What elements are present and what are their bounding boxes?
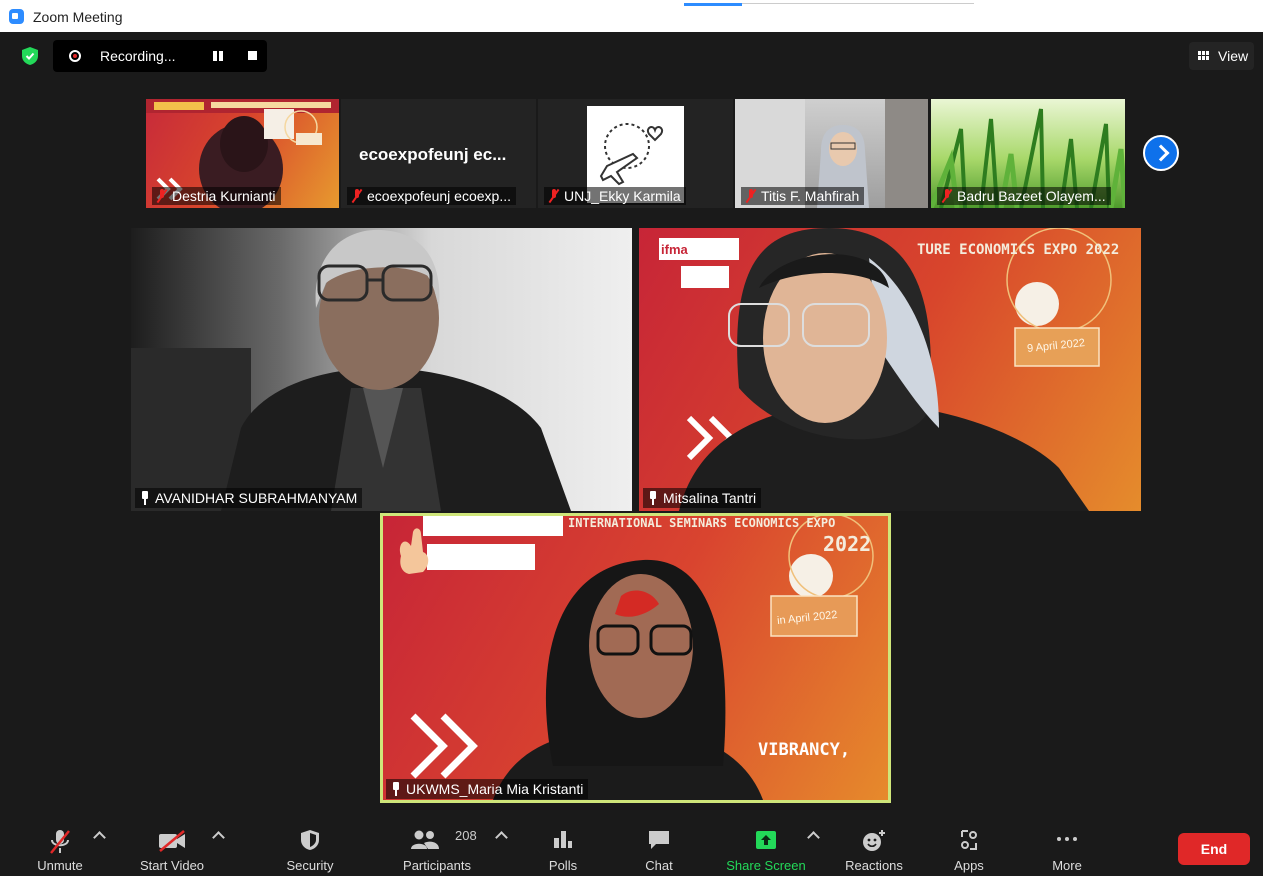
- video-options-chevron-icon[interactable]: [212, 831, 225, 844]
- view-button[interactable]: View: [1189, 42, 1254, 70]
- pin-icon: [648, 491, 658, 505]
- video-tile[interactable]: AVANIDHAR SUBRAHMANYAM: [131, 228, 632, 511]
- participant-name: Badru Bazeet Olayem...: [957, 188, 1106, 204]
- video-thumbnail[interactable]: Badru Bazeet Olayem...: [931, 99, 1125, 208]
- zoom-app-icon: [9, 9, 24, 24]
- participant-name-tag: UNJ_Ekky Karmila: [544, 187, 686, 205]
- participant-name: Titis F. Mahfirah: [761, 188, 860, 204]
- reactions-smiley-icon: [863, 830, 885, 851]
- participant-name-tag: UKWMS_Maria Mia Kristanti: [386, 779, 589, 799]
- polls-label: Polls: [548, 858, 578, 873]
- video-thumbnail[interactable]: UNJ_Ekky Karmila: [538, 99, 733, 208]
- video-thumbnail[interactable]: ecoexpofeunj ec... ecoexpofeunj ecoexp..…: [341, 99, 536, 208]
- window-titlebar: Zoom Meeting: [0, 0, 1263, 32]
- active-speaker-tile[interactable]: INTERNATIONAL SEMINARS ECONOMICS EXPO 20…: [380, 513, 891, 803]
- more-dots-icon: [1057, 837, 1077, 841]
- participants-options-chevron-icon[interactable]: [495, 831, 508, 844]
- banner-text: TURE ECONOMICS EXPO 2022: [917, 242, 1120, 258]
- more-label: More: [1052, 858, 1082, 873]
- participant-name: Mitsalina Tantri: [663, 490, 757, 506]
- muted-mic-icon: [548, 189, 560, 203]
- security-button[interactable]: Security: [278, 824, 342, 876]
- participant-display-name: ecoexpofeunj ec...: [359, 145, 507, 164]
- participant-name-tag: Titis F. Mahfirah: [741, 187, 865, 205]
- view-label: View: [1218, 48, 1249, 64]
- participants-label: Participants: [403, 858, 471, 873]
- security-shield-icon: [301, 830, 319, 850]
- participant-video-frame: [131, 229, 571, 511]
- pin-icon: [391, 782, 401, 796]
- grid-view-icon: [1198, 51, 1210, 61]
- start-video-button[interactable]: Start Video: [130, 824, 214, 876]
- participant-name: AVANIDHAR SUBRAHMANYAM: [155, 490, 358, 506]
- more-button[interactable]: More: [1043, 824, 1091, 876]
- window-title: Zoom Meeting: [33, 9, 123, 25]
- participant-name-tag: AVANIDHAR SUBRAHMANYAM: [135, 488, 363, 508]
- video-tile[interactable]: ifma TURE ECONOMICS EXPO 2022 9 April 20…: [639, 228, 1141, 511]
- participant-name: UKWMS_Maria Mia Kristanti: [406, 781, 584, 797]
- share-screen-button[interactable]: Share Screen: [718, 824, 814, 876]
- chat-bubble-icon: [649, 831, 669, 849]
- record-dot-icon: [69, 50, 81, 62]
- chat-label: Chat: [645, 858, 673, 873]
- recording-indicator: Recording...: [53, 40, 267, 72]
- next-page-arrow-icon[interactable]: [1143, 135, 1179, 171]
- participants-button[interactable]: 208 Participants: [392, 824, 482, 876]
- tab-indicator: [684, 3, 742, 6]
- pin-icon: [140, 491, 150, 505]
- muted-mic-icon: [156, 189, 168, 203]
- video-thumbnail[interactable]: Destria Kurnianti: [146, 99, 339, 208]
- reactions-button[interactable]: Reactions: [836, 824, 912, 876]
- participant-name-tag: Badru Bazeet Olayem...: [937, 187, 1111, 205]
- event-logo: ifma: [661, 242, 688, 257]
- pause-recording-icon[interactable]: [213, 51, 224, 61]
- video-off-icon: [159, 830, 185, 852]
- end-meeting-button[interactable]: End: [1178, 833, 1250, 865]
- muted-microphone-icon: [50, 830, 70, 854]
- apps-button[interactable]: Apps: [946, 824, 992, 876]
- banner-year: 2022: [823, 532, 872, 556]
- audio-options-chevron-icon[interactable]: [93, 831, 106, 844]
- participant-name-tag: ecoexpofeunj ecoexp...: [347, 187, 516, 205]
- share-screen-icon: [756, 831, 776, 849]
- video-thumbnail[interactable]: Titis F. Mahfirah: [735, 99, 928, 208]
- participants-icon: [411, 830, 439, 849]
- recording-label: Recording...: [100, 48, 176, 64]
- participant-video-frame: [659, 228, 1112, 511]
- apps-icon: [961, 830, 977, 850]
- share-screen-label: Share Screen: [726, 858, 806, 873]
- security-label: Security: [286, 858, 334, 873]
- banner-text-top: INTERNATIONAL SEMINARS ECONOMICS EXPO: [568, 516, 836, 530]
- muted-mic-icon: [745, 189, 757, 203]
- participant-name-tag: Destria Kurnianti: [152, 187, 281, 205]
- polls-icon: [554, 831, 572, 848]
- participant-name: UNJ_Ekky Karmila: [564, 188, 681, 204]
- participants-count: 208: [455, 828, 477, 843]
- apps-label: Apps: [954, 858, 984, 873]
- meeting-toolbar: Unmute Start Video Security 208 Particip…: [0, 824, 1263, 876]
- chat-button[interactable]: Chat: [636, 824, 682, 876]
- participant-name: Destria Kurnianti: [172, 188, 276, 204]
- muted-mic-icon: [351, 189, 363, 203]
- muted-mic-icon: [941, 189, 953, 203]
- banner-text-bottom: VIBRANCY,: [758, 740, 851, 760]
- encryption-shield-icon[interactable]: [22, 47, 38, 65]
- unmute-button[interactable]: Unmute: [28, 824, 92, 876]
- stop-recording-icon[interactable]: [248, 51, 257, 60]
- start-video-label: Start Video: [139, 858, 205, 873]
- participant-name: ecoexpofeunj ecoexp...: [367, 188, 511, 204]
- participant-name-tag: Mitsalina Tantri: [643, 488, 762, 508]
- reactions-label: Reactions: [845, 858, 903, 873]
- polls-button[interactable]: Polls: [540, 824, 586, 876]
- unmute-label: Unmute: [37, 858, 83, 873]
- tab-divider: [742, 3, 974, 4]
